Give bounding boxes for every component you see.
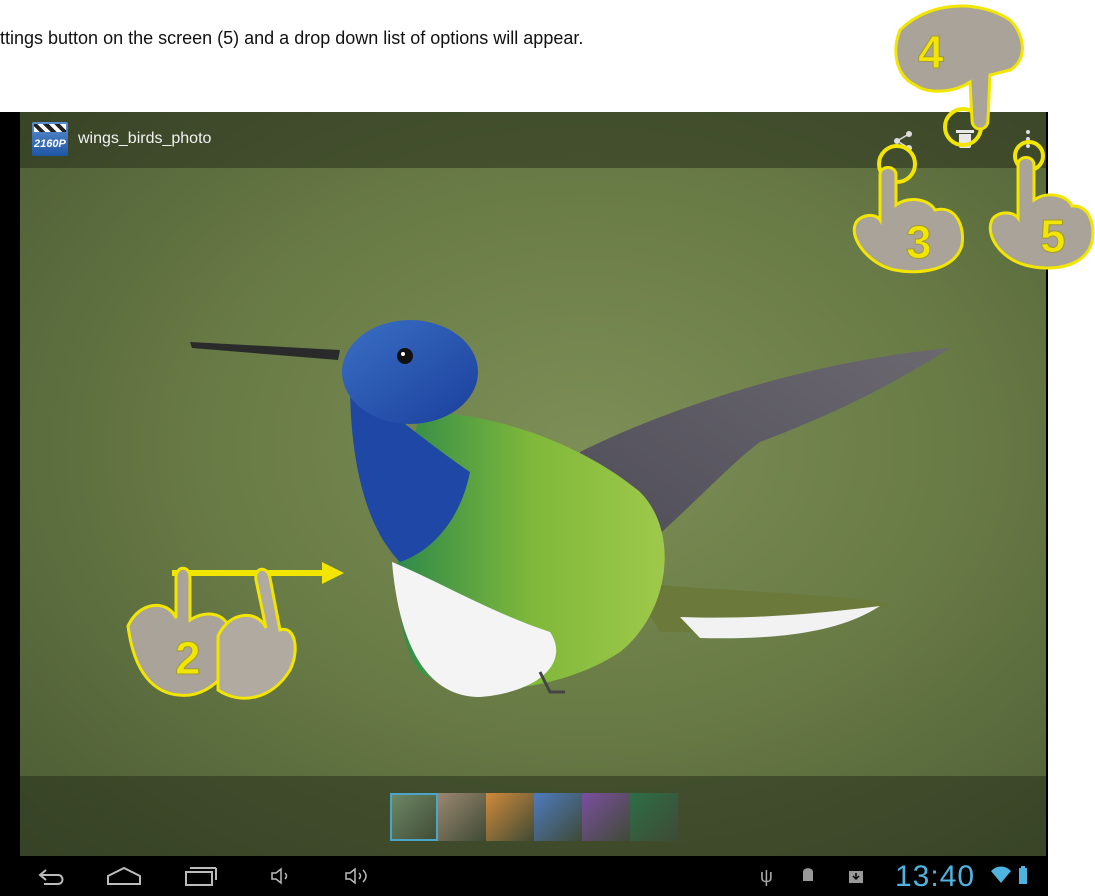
app-icon-label: 2160P xyxy=(34,138,66,150)
tap-delete-hand-icon xyxy=(894,4,1024,131)
photo-title: wings_birds_photo xyxy=(78,130,212,147)
recent-apps-nav-icon[interactable] xyxy=(184,866,218,886)
home-nav-icon[interactable] xyxy=(106,866,142,886)
thumbnail-row xyxy=(390,793,678,841)
thumbnail-toucan[interactable] xyxy=(630,793,678,841)
overflow-menu-icon[interactable] xyxy=(1025,130,1031,152)
trash-icon[interactable] xyxy=(956,130,974,148)
thumbnail-finches[interactable] xyxy=(438,793,486,841)
action-bar: ‹ 2160P wings_birds_photo xyxy=(20,112,1046,168)
thumbnail-bluebird[interactable] xyxy=(534,793,582,841)
app-logo-icon[interactable]: 2160P xyxy=(32,122,68,156)
instruction-text: ttings button on the screen (5) and a dr… xyxy=(0,28,584,48)
hummingbird-photo xyxy=(190,320,950,697)
tablet-frame: ‹ 2160P wings_birds_photo xyxy=(0,112,1048,896)
volume-down-icon[interactable] xyxy=(270,866,294,886)
photo-viewer-screen[interactable]: ‹ 2160P wings_birds_photo xyxy=(20,112,1046,856)
thumbnail-strip xyxy=(20,776,1046,856)
battery-icon xyxy=(1019,866,1027,884)
thumbnail-hummingbird[interactable] xyxy=(390,793,438,841)
callout-4: 4 xyxy=(918,26,944,78)
back-nav-icon[interactable] xyxy=(38,866,66,886)
thumbnail-lorikeet[interactable] xyxy=(582,793,630,841)
status-clock: 13:40 xyxy=(895,860,976,893)
system-navigation-bar: ψ 13:40 xyxy=(0,856,1048,896)
android-debug-icon xyxy=(803,868,813,881)
volume-up-icon[interactable] xyxy=(344,866,372,886)
thumbnail-lovebirds[interactable] xyxy=(486,793,534,841)
usb-icon: ψ xyxy=(760,866,773,886)
share-icon[interactable] xyxy=(892,130,914,152)
wifi-icon xyxy=(991,866,1011,883)
download-icon xyxy=(849,871,863,883)
